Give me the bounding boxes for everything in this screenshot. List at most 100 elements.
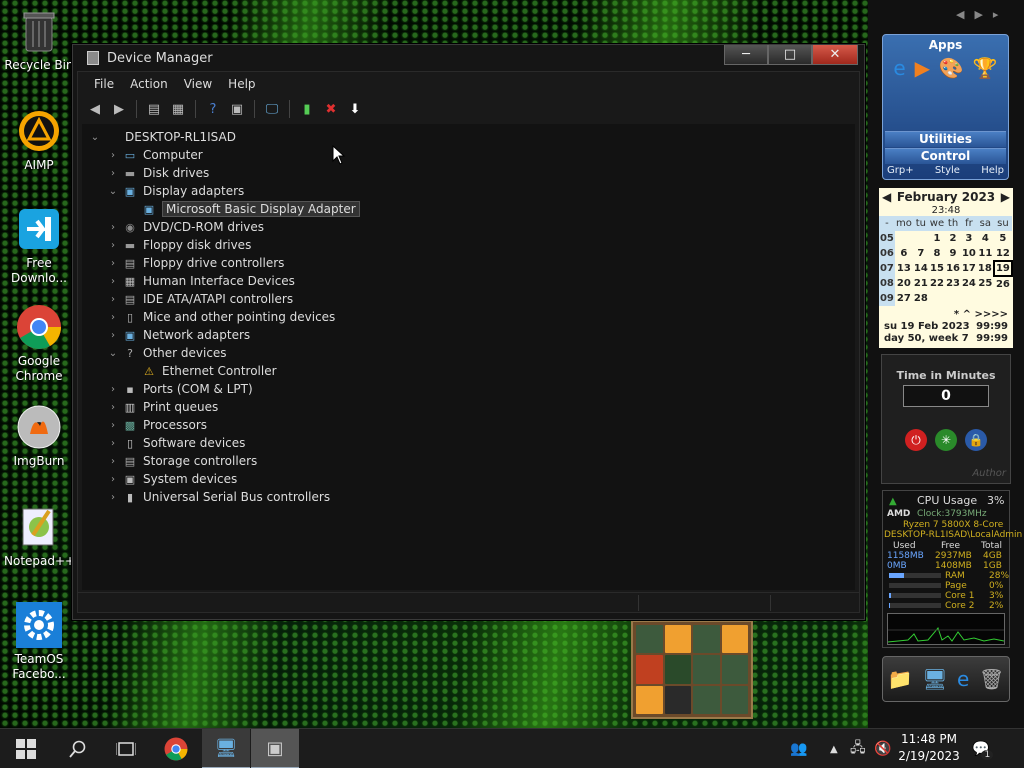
tree-category[interactable]: › ▮ Universal Serial Bus controllers bbox=[82, 488, 855, 506]
calendar-day[interactable]: 27 bbox=[895, 291, 913, 306]
scan-hardware-icon[interactable]: 🖵 bbox=[263, 100, 281, 118]
paint-icon[interactable]: 🎨 bbox=[939, 56, 964, 80]
calendar-day[interactable]: 10 bbox=[961, 246, 977, 261]
folder-icon[interactable]: 📁 bbox=[888, 667, 913, 691]
style-link[interactable]: Style bbox=[935, 165, 960, 176]
group-plus-link[interactable]: Grp+ bbox=[887, 165, 914, 176]
calendar-day[interactable]: 11 bbox=[977, 246, 994, 261]
properties-window-icon[interactable]: ▤ bbox=[145, 100, 163, 118]
tree-category[interactable]: › ◉ DVD/CD-ROM drives bbox=[82, 218, 855, 236]
tree-category[interactable]: › ▭ Computer bbox=[82, 146, 855, 164]
calendar-day[interactable]: 1 bbox=[929, 231, 945, 246]
chevron-right-icon[interactable]: › bbox=[106, 240, 120, 251]
calendar-day[interactable] bbox=[994, 291, 1012, 306]
volume-muted-icon[interactable]: 🔇 bbox=[874, 729, 891, 768]
calendar-day[interactable]: 17 bbox=[961, 261, 977, 276]
desktop-icon-google-chrome[interactable]: Google Chrome bbox=[4, 304, 74, 384]
task-view-button[interactable] bbox=[102, 729, 150, 768]
desktop-icon-teamos[interactable]: TeamOS Facebo... bbox=[4, 602, 74, 682]
menu-help[interactable]: Help bbox=[220, 77, 263, 91]
calendar-day[interactable]: 12 bbox=[994, 246, 1012, 261]
uninstall-icon[interactable]: ✖ bbox=[322, 100, 340, 118]
calendar-day[interactable]: 15 bbox=[929, 261, 945, 276]
calendar-day[interactable]: 21 bbox=[913, 276, 929, 291]
help-icon[interactable]: ? bbox=[204, 100, 222, 118]
chevron-down-icon[interactable]: ⌄ bbox=[106, 186, 120, 197]
calendar-day[interactable]: 14 bbox=[913, 261, 929, 276]
chevron-right-icon[interactable]: › bbox=[106, 330, 120, 341]
utilities-button[interactable]: Utilities bbox=[885, 131, 1006, 147]
trophy-icon[interactable]: 🏆 bbox=[973, 56, 998, 80]
chevron-right-icon[interactable]: › bbox=[106, 438, 120, 449]
properties-sheet-icon[interactable]: ▦ bbox=[169, 100, 187, 118]
chevron-right-icon[interactable]: › bbox=[106, 402, 120, 413]
calendar-day[interactable]: 2 bbox=[945, 231, 961, 246]
menu-file[interactable]: File bbox=[86, 77, 122, 91]
device-manager-window[interactable]: Device Manager ─ □ ✕ File Action View He… bbox=[72, 44, 865, 620]
chevron-right-icon[interactable]: › bbox=[106, 420, 120, 431]
search-button[interactable] bbox=[54, 729, 102, 768]
help-link[interactable]: Help bbox=[981, 165, 1004, 176]
chevron-right-icon[interactable]: › bbox=[106, 492, 120, 503]
device-tree[interactable]: ⌄ DESKTOP-RL1ISAD › ▭ Computer › ▬ Disk drive… bbox=[82, 124, 855, 590]
internet-explorer-icon[interactable]: e bbox=[957, 667, 969, 691]
show-hidden-icon[interactable]: ▣ bbox=[228, 100, 246, 118]
calendar-day[interactable]: 4 bbox=[977, 231, 994, 246]
calendar-day[interactable]: 7 bbox=[913, 246, 929, 261]
calendar-day[interactable]: 13 bbox=[895, 261, 913, 276]
taskbar-chrome[interactable] bbox=[152, 729, 200, 768]
calendar-day[interactable]: 19 bbox=[992, 260, 1014, 277]
chevron-right-icon[interactable]: › bbox=[106, 294, 120, 305]
tree-category[interactable]: › ▬ Floppy disk drives bbox=[82, 236, 855, 254]
calendar-day[interactable]: 26 bbox=[994, 276, 1012, 291]
close-button[interactable]: ✕ bbox=[812, 45, 858, 65]
calendar-nav[interactable]: * ^ >>>> bbox=[879, 309, 1013, 321]
shutdown-timer-gadget[interactable]: Time in Minutes 0 ⏻ ✳ 🔒 Author bbox=[881, 354, 1011, 484]
chevron-right-icon[interactable]: › bbox=[106, 168, 120, 179]
taskbar-clock[interactable]: 11:48 PM 2/19/2023 bbox=[890, 731, 968, 765]
calendar-day[interactable]: 6 bbox=[895, 246, 913, 261]
chevron-down-icon[interactable]: ⌄ bbox=[106, 348, 120, 359]
tree-root[interactable]: ⌄ DESKTOP-RL1ISAD bbox=[82, 128, 855, 146]
calendar-day[interactable] bbox=[977, 291, 994, 306]
calendar-day[interactable] bbox=[895, 231, 913, 246]
control-panel-icon[interactable]: 🖥 bbox=[922, 667, 947, 691]
media-player-icon[interactable]: ▶ bbox=[915, 56, 930, 80]
tree-category[interactable]: ⌄ ▣ Display adapters bbox=[82, 182, 855, 200]
tree-category[interactable]: › ▦ Human Interface Devices bbox=[82, 272, 855, 290]
desktop-icon-recycle-bin[interactable]: Recycle Bin bbox=[4, 8, 74, 73]
tree-category[interactable]: › ▤ Floppy drive controllers bbox=[82, 254, 855, 272]
tree-category[interactable]: › ▯ Software devices bbox=[82, 434, 855, 452]
tree-category[interactable]: › ▥ Print queues bbox=[82, 398, 855, 416]
start-button[interactable] bbox=[2, 729, 50, 768]
calendar-day[interactable]: 20 bbox=[895, 276, 913, 291]
update-driver-icon[interactable]: ▮ bbox=[298, 100, 316, 118]
tree-category[interactable]: › ▯ Mice and other pointing devices bbox=[82, 308, 855, 326]
calendar-day[interactable]: 28 bbox=[913, 291, 929, 306]
forward-arrow-icon[interactable]: ▶ bbox=[110, 100, 128, 118]
tree-category[interactable]: › ▣ Network adapters bbox=[82, 326, 855, 344]
taskbar-app[interactable]: ▣ bbox=[251, 729, 299, 768]
tree-device[interactable]: ⚠ Ethernet Controller bbox=[82, 362, 855, 380]
calendar-day[interactable]: 25 bbox=[977, 276, 994, 291]
calendar-day[interactable]: 5 bbox=[994, 231, 1012, 246]
control-button[interactable]: Control bbox=[885, 148, 1006, 164]
calendar-day[interactable]: 22 bbox=[929, 276, 945, 291]
tree-category[interactable]: › ▪ Ports (COM & LPT) bbox=[82, 380, 855, 398]
chevron-right-icon[interactable]: › bbox=[106, 150, 120, 161]
internet-explorer-icon[interactable]: e bbox=[893, 56, 905, 80]
calendar-day[interactable] bbox=[961, 291, 977, 306]
people-icon[interactable]: 👥 bbox=[790, 729, 807, 768]
desktop-icon-imgburn[interactable]: ImgBurn bbox=[4, 404, 74, 469]
tree-category[interactable]: ⌄? Other devices bbox=[82, 344, 855, 362]
tree-category[interactable]: › ▣ System devices bbox=[82, 470, 855, 488]
cpu-usage-gadget[interactable]: ▲ AMD CPU Usage 3% Clock:3793MHz Ryzen 7… bbox=[882, 490, 1022, 648]
apps-gadget[interactable]: Apps e ▶ 🎨 🏆 Utilities Control Grp+ Styl… bbox=[882, 34, 1009, 180]
chevron-right-icon[interactable]: › bbox=[106, 258, 120, 269]
restart-icon[interactable]: ✳ bbox=[935, 429, 957, 451]
calendar-day[interactable]: 9 bbox=[945, 246, 961, 261]
desktop-icon-aimp[interactable]: AIMP bbox=[4, 108, 74, 173]
maximize-button[interactable]: □ bbox=[768, 45, 812, 65]
calendar-day[interactable]: 18 bbox=[977, 261, 994, 276]
calendar-day[interactable] bbox=[929, 291, 945, 306]
